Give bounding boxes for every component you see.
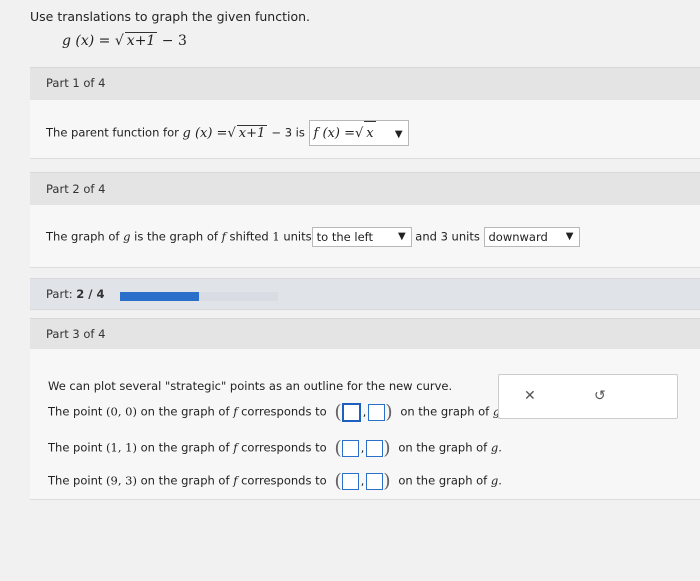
progress-fill (120, 292, 199, 301)
part1-sentence: The parent function for g (x) =√ x+1 − 3 … (46, 120, 409, 146)
y-coordinate-input[interactable] (368, 403, 386, 421)
var-g: g. (490, 473, 502, 488)
row-middle: on the graph of (140, 404, 230, 419)
horizontal-direction-value: to the left (316, 230, 373, 244)
comma: , (360, 474, 365, 488)
row-suffix: on the graph of (400, 404, 490, 419)
row-prefix: The point (48, 440, 103, 455)
var-f: f (233, 473, 238, 488)
comma: , (362, 405, 367, 419)
dropdown-fn-radicand: x (364, 121, 376, 146)
given-function: g (x) = √ x+1 − 3 (62, 32, 187, 49)
part2-text-b: is the graph of (134, 229, 218, 244)
point-row: The point (0, 0) on the graph of f corre… (48, 401, 504, 423)
var-f: f (233, 440, 238, 455)
function-radicand: x+1 (124, 32, 158, 49)
x-coordinate-input[interactable] (341, 439, 359, 457)
var-f: f (233, 404, 238, 419)
dropdown-fn-lhs: f (x) = (313, 126, 355, 141)
row-middle: on the graph of (140, 440, 230, 455)
comma: , (360, 441, 365, 455)
row-point: (9, 3) (106, 473, 137, 488)
x-coordinate-input[interactable] (341, 402, 361, 422)
parent-function-dropdown[interactable]: f (x) =√ x ▼ (308, 120, 409, 146)
part3-label: Part 3 of 4 (46, 327, 106, 341)
right-paren: ) (385, 401, 393, 423)
part1-header: Part 1 of 4 (30, 67, 700, 101)
instructions: Use translations to graph the given func… (30, 9, 311, 24)
part2-card: The graph of g is the graph of f shifted… (30, 205, 700, 268)
radical-sign: √ (354, 126, 364, 141)
var-g: g. (490, 440, 502, 455)
point-row: The point (1, 1) on the graph of f corre… (48, 437, 502, 459)
row-corresponds: corresponds to (241, 404, 327, 419)
y-coordinate-input[interactable] (366, 472, 384, 490)
left-paren: ( (334, 470, 342, 492)
left-paren: ( (334, 401, 342, 423)
left-paren: ( (334, 437, 342, 459)
row-suffix: on the graph of (398, 473, 488, 488)
row-middle: on the graph of (140, 473, 230, 488)
row-point: (1, 1) (106, 440, 137, 455)
part3-intro: We can plot several "strategic" points a… (48, 379, 453, 393)
part2-sentence: The graph of g is the graph of f shifted… (46, 227, 580, 247)
right-paren: ) (383, 437, 391, 459)
part3-header: Part 3 of 4 (30, 318, 700, 350)
point-answer-input: ( , ) (334, 401, 392, 423)
vertical-direction-value: downward (488, 230, 548, 244)
part2-text-e: and 3 units (415, 229, 480, 244)
row-corresponds: corresponds to (241, 440, 327, 455)
function-rest: − 3 (161, 33, 187, 49)
var-f: f (221, 229, 226, 244)
progress-text: Part: (46, 287, 73, 301)
progress-bar (120, 292, 278, 301)
part1-fn-radicand: x+1 (236, 124, 268, 141)
x-coordinate-input[interactable] (341, 472, 359, 490)
point-answer-input: ( , ) (334, 470, 390, 492)
chevron-down-icon: ▼ (565, 231, 574, 242)
part1-is: is (295, 125, 305, 140)
part1-fn-rest: − 3 (271, 125, 293, 140)
part2-header: Part 2 of 4 (30, 172, 700, 206)
chevron-down-icon: ▼ (394, 129, 403, 140)
part1-fn-lhs: g (x) = (182, 125, 228, 141)
row-suffix: on the graph of (398, 440, 488, 455)
progress-label: Part: 2 / 4 (46, 287, 104, 301)
radical-sign: √ (114, 33, 124, 49)
var-g: g (123, 229, 131, 244)
part2-text-a: The graph of (46, 229, 120, 244)
right-paren: ) (383, 470, 391, 492)
radical-sign: √ (227, 125, 236, 141)
point-answer-input: ( , ) (334, 437, 390, 459)
row-prefix: The point (48, 404, 103, 419)
part2-label: Part 2 of 4 (46, 182, 106, 196)
row-prefix: The point (48, 473, 103, 488)
row-corresponds: corresponds to (241, 473, 327, 488)
horizontal-units: 1 (272, 229, 280, 244)
horizontal-direction-dropdown[interactable]: to the left ▼ (311, 227, 412, 247)
row-point: (0, 0) (106, 404, 137, 419)
close-icon[interactable]: ✕ (524, 388, 536, 404)
chevron-down-icon: ▼ (397, 231, 406, 242)
part1-card: The parent function for g (x) =√ x+1 − 3 … (30, 100, 700, 159)
progress-value: 2 / 4 (76, 287, 105, 301)
function-lhs: g (x) = (62, 33, 111, 49)
part1-label: Part 1 of 4 (46, 76, 106, 90)
undo-icon[interactable]: ↺ (594, 388, 606, 404)
point-row: The point (9, 3) on the graph of f corre… (48, 470, 502, 492)
vertical-direction-dropdown[interactable]: downward ▼ (483, 227, 580, 247)
part1-text: The parent function for (46, 125, 179, 140)
part2-text-d: units (283, 229, 312, 244)
y-coordinate-input[interactable] (366, 439, 384, 457)
part2-text-c: shifted (229, 229, 269, 244)
